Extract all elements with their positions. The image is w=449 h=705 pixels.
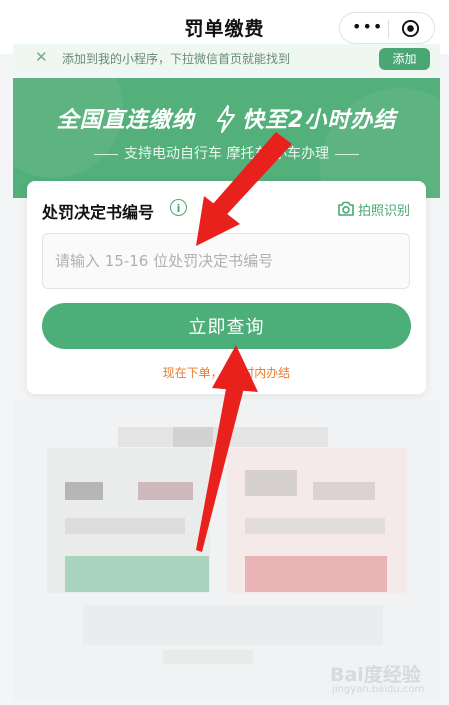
add-tip-text: 添加到我的小程序，下拉微信首页就能找到 (62, 52, 291, 66)
watermark: Bai度经验 jingyan.baidu.com (330, 660, 445, 700)
capsule-menu: ••• (339, 12, 435, 44)
close-icon[interactable]: ✕ (35, 48, 48, 66)
ticket-number-input[interactable] (42, 233, 410, 289)
hero-title-right: 快至2小时办结 (242, 108, 397, 133)
photo-recognize-label: 拍照识别 (358, 204, 411, 219)
query-form-card: 处罚决定书编号 i 拍照识别 立即查询 现在下单，2小时内办结 (27, 181, 426, 394)
blurred-content (13, 400, 440, 700)
capsule-divider (388, 20, 389, 38)
blurred-red-button (245, 556, 387, 592)
camera-icon (338, 201, 354, 216)
blurred-block (65, 482, 103, 500)
query-button[interactable]: 立即查询 (42, 303, 411, 349)
subtitle-line (334, 153, 359, 155)
more-dots-icon[interactable]: ••• (352, 19, 382, 36)
promo-text: 现在下单，2小时内办结 (162, 366, 291, 380)
hero-subtitle-text: 支持电动自行车 摩托车 小车办理 (124, 146, 329, 162)
blurred-block (83, 605, 383, 645)
blurred-block (65, 518, 185, 534)
watermark-brand: Bai度经验 (330, 664, 421, 686)
subtitle-line (94, 153, 119, 155)
ticket-number-label: 处罚决定书编号 (42, 203, 155, 222)
info-icon[interactable]: i (170, 199, 187, 216)
target-circle-icon[interactable] (401, 19, 420, 38)
blurred-green-button (65, 556, 209, 592)
blurred-block (245, 518, 385, 534)
blurred-block (245, 470, 297, 496)
hero-title-left: 全国直连缴纳 (56, 108, 195, 133)
hero-banner: 全国直连缴纳 快至2小时办结 支持电动自行车 摩托车 小车办理 (13, 78, 440, 198)
hero-subtitle: 支持电动自行车 摩托车 小车办理 (13, 143, 440, 163)
watermark-url: jingyan.baidu.com (332, 684, 425, 695)
blurred-block (138, 482, 193, 500)
blurred-block (118, 427, 328, 447)
lightning-bolt-icon (217, 105, 235, 133)
blurred-block (163, 650, 253, 664)
blurred-block (173, 427, 213, 447)
add-button[interactable]: 添加 (379, 48, 430, 70)
add-to-miniprogram-banner: ✕ 添加到我的小程序，下拉微信首页就能找到 添加 (13, 44, 440, 74)
blurred-block (313, 482, 375, 500)
